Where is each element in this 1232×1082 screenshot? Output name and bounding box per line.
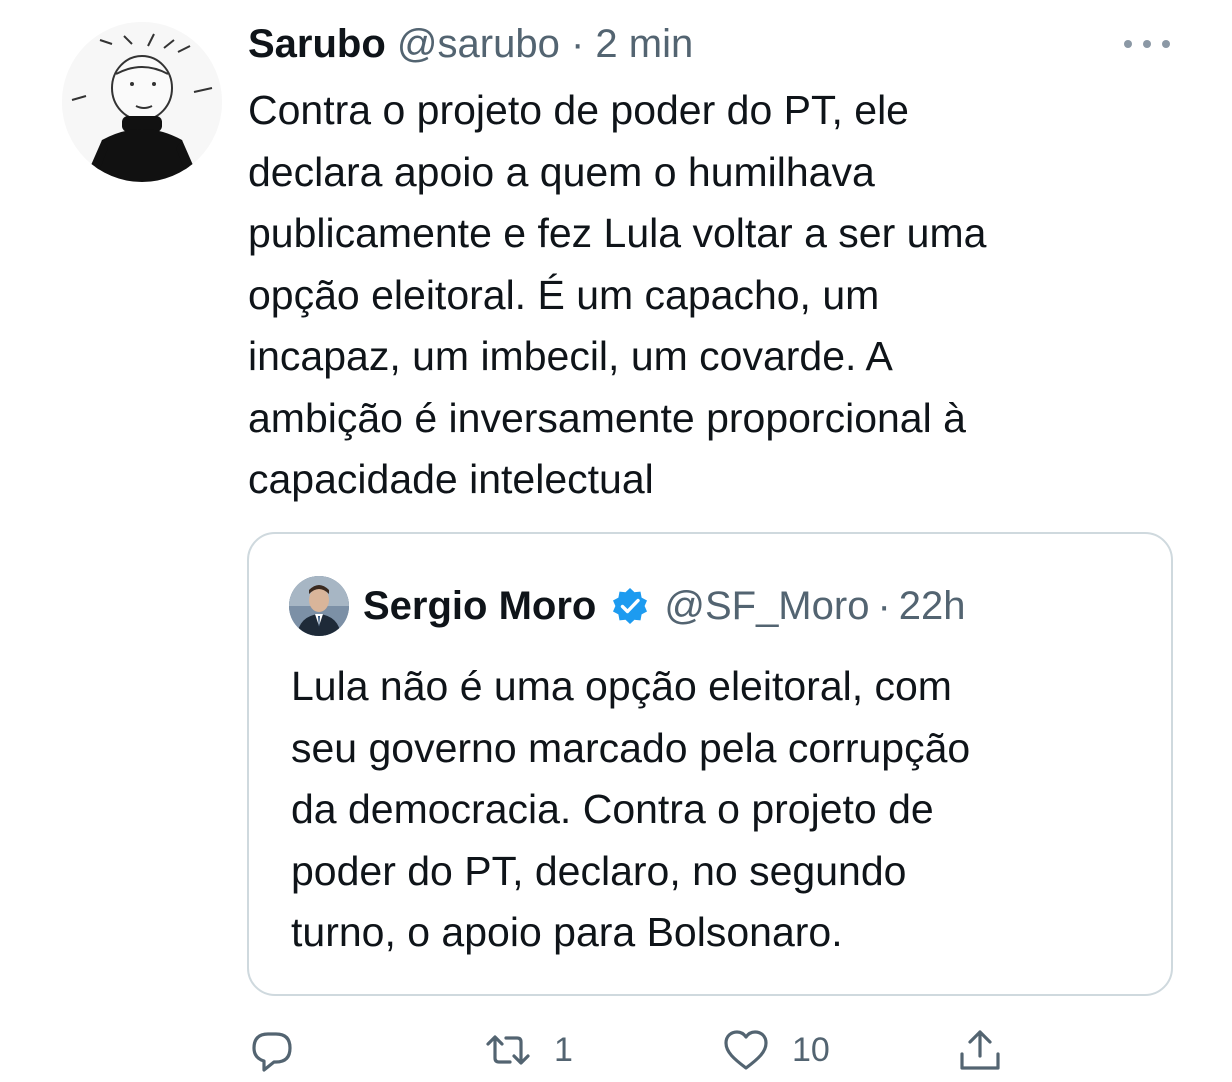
more-dot [1124, 40, 1132, 48]
quoted-avatar[interactable] [289, 576, 349, 636]
retweet-button[interactable]: 1 [484, 1022, 573, 1078]
cartoon-person-avatar-icon [62, 22, 222, 182]
quoted-handle[interactable]: @SF_Moro [664, 580, 869, 632]
quoted-display-name[interactable]: Sergio Moro [363, 580, 596, 632]
share-icon [960, 1030, 1000, 1070]
quoted-text-line: poder do PT, declaro, no segundo [291, 847, 907, 894]
tweet-text-line: opção eleitoral. É um capacho, um [248, 271, 880, 318]
quoted-text-line: Lula não é uma opção eleitoral, com [291, 663, 952, 709]
quoted-text-line: turno, o apoio para Bolsonaro. [291, 909, 843, 955]
tweet-text-line: incapaz, um imbecil, um covarde. A [248, 333, 893, 379]
quoted-separator: · [877, 584, 891, 628]
tweet-text-line: ambição é inversamente proporcional à [248, 394, 966, 441]
handle[interactable]: @sarubo [397, 22, 560, 66]
heart-icon [724, 1030, 768, 1070]
tweet-text-line: publicamente e fez Lula voltar a ser uma [248, 210, 987, 256]
like-count: 10 [792, 1030, 830, 1069]
more-dot [1143, 40, 1151, 48]
avatar[interactable] [62, 22, 222, 182]
verified-badge-icon [610, 586, 650, 626]
quoted-timestamp[interactable]: 22h [899, 580, 966, 632]
more-options-icon[interactable] [1124, 34, 1170, 54]
more-dot [1162, 40, 1170, 48]
action-bar: 1 10 [248, 1022, 1028, 1078]
reply-button[interactable] [248, 1022, 296, 1078]
timestamp[interactable]: 2 min [595, 22, 693, 66]
retweet-icon [486, 1035, 530, 1065]
tweet-text-line: declara apoio a quem o humilhava [248, 148, 875, 195]
quoted-text: Lula não é uma opção eleitoral, com seu … [291, 656, 1151, 964]
separator: · [570, 22, 585, 66]
tweet-text: Contra o projeto de poder do PT, ele dec… [248, 80, 1148, 511]
reply-icon [252, 1032, 292, 1072]
person-photo-icon [289, 576, 349, 636]
like-button[interactable]: 10 [722, 1022, 830, 1078]
quoted-text-line: seu governo marcado pela corrupção [291, 724, 971, 771]
tweet-header: Sarubo @sarubo · 2 min [248, 20, 693, 68]
share-button[interactable] [956, 1022, 1004, 1078]
quoted-tweet[interactable]: Sergio Moro @SF_Moro · 22h Lula não é um… [247, 532, 1173, 996]
tweet-text-line: capacidade intelectual [248, 456, 654, 502]
retweet-count: 1 [554, 1030, 573, 1069]
quoted-text-line: da democracia. Contra o projeto de [291, 786, 934, 832]
display-name[interactable]: Sarubo [248, 22, 386, 66]
tweet[interactable]: Sarubo @sarubo · 2 min Contra o projeto … [0, 0, 1232, 1082]
quoted-header: Sergio Moro @SF_Moro · 22h [363, 580, 966, 632]
tweet-text-line: Contra o projeto de poder do PT, ele [248, 87, 909, 133]
